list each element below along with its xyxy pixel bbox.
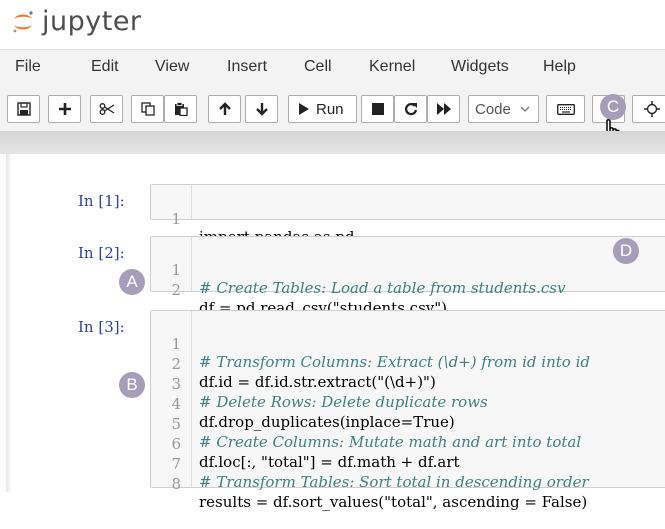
interrupt-button[interactable]: [361, 95, 394, 123]
code-cell[interactable]: 1 # Transform Columns: Extract (\d+) fro…: [150, 310, 665, 511]
code-cell[interactable]: 1 # Create Tables: Load a table from stu…: [150, 236, 665, 317]
jupyter-logo[interactable]: jupyter: [12, 4, 142, 38]
scissors-icon: [99, 103, 114, 115]
menu-insert[interactable]: Insert: [227, 58, 267, 76]
menu-widgets[interactable]: Widgets: [451, 58, 509, 76]
code-text: df.id = df.id.str.extract("(\d+)"): [199, 373, 436, 391]
restart-run-all-button[interactable]: [427, 95, 460, 123]
restart-kernel-button[interactable]: [394, 95, 427, 123]
annotation-badge-c: C: [600, 94, 626, 120]
copy-button[interactable]: [131, 95, 164, 123]
cut-button[interactable]: [90, 95, 123, 123]
copy-icon: [140, 102, 155, 116]
code-line: 1 # Create Tables: Load a table from stu…: [151, 243, 565, 297]
code-line: 2 df.id = df.id.str.extract("(\d+)"): [151, 337, 435, 391]
floppy-disk-icon: [16, 102, 31, 116]
code-comment: # Create Columns: Mutate math and art in…: [199, 433, 582, 451]
play-icon: [299, 103, 309, 115]
code-line: 3 # Delete Rows: Delete duplicate rows: [151, 357, 487, 411]
notebook-header-shadow: [0, 131, 665, 154]
code-line: 6 df.loc[:, "total"] = df.math + df.art: [151, 417, 459, 471]
code-line: 5 # Create Columns: Mutate math and art …: [151, 397, 581, 451]
annotation-badge-b: B: [119, 372, 145, 398]
code-comment: # Transform Columns: Extract (\d+) from …: [199, 353, 590, 371]
keyboard-icon: [556, 103, 575, 115]
plus-icon: [58, 103, 71, 115]
menu-edit[interactable]: Edit: [91, 58, 119, 76]
move-up-button[interactable]: [208, 95, 241, 123]
code-comment: # Delete Rows: Delete duplicate rows: [199, 393, 488, 411]
restart-icon: [404, 103, 417, 116]
cell-type-value: Code: [475, 100, 511, 118]
menu-kernel[interactable]: Kernel: [369, 58, 415, 76]
code-cell[interactable]: 1 import pandas as pd: [150, 184, 665, 246]
command-palette-button[interactable]: [546, 95, 585, 123]
arrow-up-icon: [218, 102, 231, 115]
chevron-down-icon: [520, 106, 530, 112]
save-button[interactable]: [7, 95, 40, 123]
paste-button[interactable]: [164, 95, 197, 123]
code-text: df.drop_duplicates(inplace=True): [199, 413, 455, 431]
cell-type-select[interactable]: Code: [468, 95, 539, 123]
run-label: Run: [316, 100, 344, 118]
menu-view[interactable]: View: [155, 58, 189, 76]
annotation-badge-a: A: [119, 269, 145, 295]
cell-prompt: In [1]:: [78, 192, 125, 210]
clipboard-icon: [174, 102, 188, 116]
code-line: 1 import pandas as pd: [151, 192, 354, 246]
run-button[interactable]: Run: [288, 95, 357, 123]
extension-button[interactable]: [632, 95, 665, 123]
menu-cell[interactable]: Cell: [304, 58, 332, 76]
move-down-button[interactable]: [245, 95, 278, 123]
code-line: 2 df = pd.read_csv("students.csv"): [151, 263, 447, 317]
code-line: 7 # Transform Tables: Sort total in desc…: [151, 437, 588, 491]
code-comment: # Transform Tables: Sort total in descen…: [199, 473, 589, 491]
toolbar: Run Code: [0, 89, 665, 131]
cell-prompt: In [2]:: [78, 244, 125, 262]
code-line: 1 # Transform Columns: Extract (\d+) fro…: [151, 317, 590, 371]
fast-forward-icon: [436, 103, 451, 115]
stop-icon: [371, 103, 384, 115]
line-number: 2: [171, 281, 181, 299]
crosshair-icon: [644, 101, 660, 117]
menu-help[interactable]: Help: [543, 58, 576, 76]
jupyter-logo-icon: [12, 10, 34, 33]
notebook-edge: [6, 154, 12, 492]
insert-cell-button[interactable]: [48, 95, 81, 123]
line-number: 1: [171, 210, 181, 228]
menu-file[interactable]: File: [15, 58, 41, 76]
logo-text: jupyter: [42, 5, 142, 37]
code-line: 8 results = df.sort_values("total", asce…: [151, 457, 587, 511]
code-text: results = df.sort_values("total", ascend…: [199, 493, 588, 511]
line-number: 8: [171, 475, 181, 493]
annotation-badge-d: D: [613, 238, 639, 264]
cell-prompt: In [3]:: [78, 318, 125, 336]
code-comment: # Create Tables: Load a table from stude…: [199, 279, 566, 297]
arrow-down-icon: [255, 103, 268, 116]
code-line: 4 df.drop_duplicates(inplace=True): [151, 377, 454, 431]
code-text: df.loc[:, "total"] = df.math + df.art: [199, 453, 460, 471]
menubar: File Edit View Insert Cell Kernel Widget…: [0, 49, 665, 90]
